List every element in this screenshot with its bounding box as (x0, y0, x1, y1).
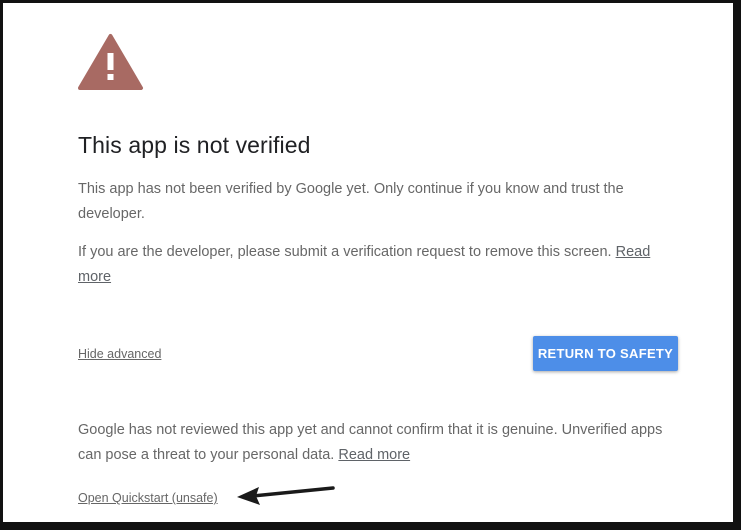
dialog-frame: This app is not verified This app has no… (0, 0, 741, 530)
warning-triangle-icon (78, 34, 143, 90)
arrow-left-icon (237, 486, 335, 505)
open-quickstart-unsafe-link[interactable]: Open Quickstart (unsafe) (78, 491, 218, 505)
page-title: This app is not verified (78, 132, 311, 158)
unverified-risk-notice: Google has not reviewed this app yet and… (78, 418, 678, 467)
developer-notice-text: If you are the developer, please submit … (78, 244, 612, 260)
return-to-safety-button[interactable]: RETURN TO SAFETY (533, 336, 678, 371)
developer-notice: If you are the developer, please submit … (78, 240, 678, 289)
verification-warning-text: This app has not been verified by Google… (78, 181, 624, 222)
read-more-link-2[interactable]: Read more (338, 447, 410, 463)
hide-advanced-link[interactable]: Hide advanced (78, 347, 161, 361)
